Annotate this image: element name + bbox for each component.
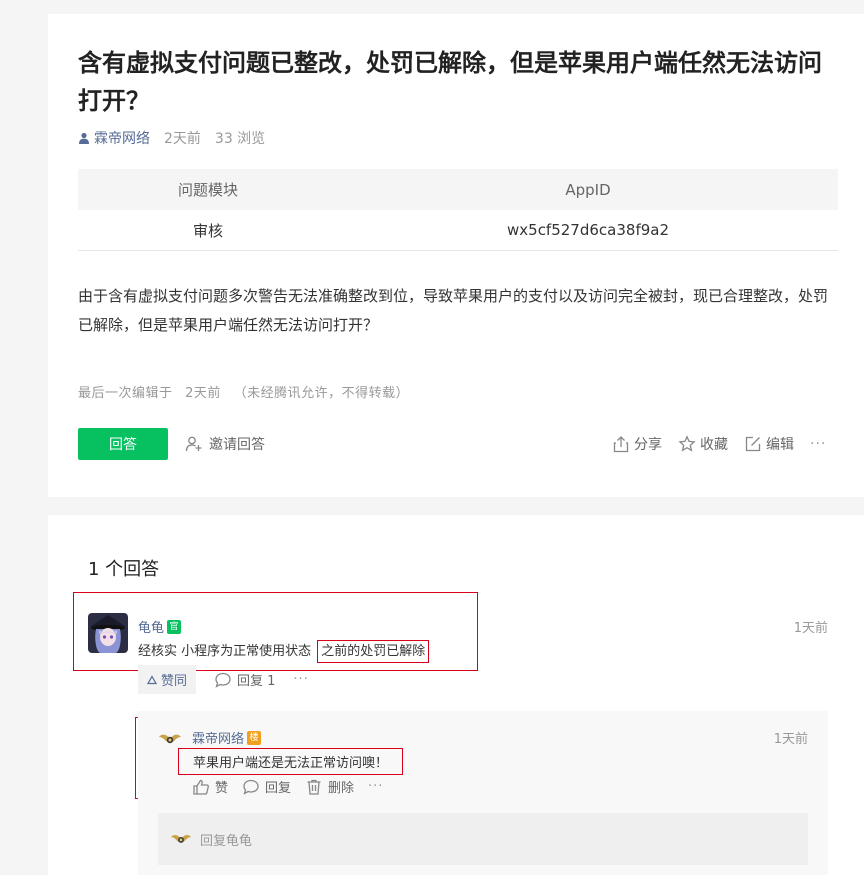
- answer-author-name: 龟龟: [138, 621, 165, 636]
- share-button[interactable]: 分享: [612, 434, 662, 454]
- floor-badge: 楼: [247, 730, 262, 745]
- sub-reply-time: 1天前: [773, 732, 808, 747]
- question-card: 含有虚拟支付问题已整改，处罚已解除，但是苹果用户端任然无法访问打开？ 霖帝网络 …: [48, 14, 864, 497]
- question-title: 含有虚拟支付问题已整改，处罚已解除，但是苹果用户端任然无法访问打开？: [78, 49, 822, 115]
- sub-reply-area: 霖帝网络 楼 1天前 苹果用户端还是无法正常访问噢！ 赞 回复 删除 ··· 回…: [138, 711, 828, 875]
- thumb-up-icon: [193, 779, 209, 795]
- sub-reply-button[interactable]: 回复: [242, 777, 291, 796]
- avatar[interactable]: [88, 613, 128, 653]
- sub-reply-text: 苹果用户端还是无法正常访问噢！: [178, 748, 404, 775]
- like-button[interactable]: 赞: [192, 777, 228, 796]
- delete-label: 删除: [328, 781, 355, 796]
- question-author[interactable]: 霖帝网络: [94, 128, 150, 148]
- reply-button[interactable]: 回复 1: [214, 670, 275, 689]
- table-cell-module: 审核: [192, 221, 223, 240]
- answer-count: 1 个回答: [88, 559, 160, 580]
- favorite-button[interactable]: 收藏: [678, 434, 728, 454]
- edit-label: 最后一次编辑于: [78, 386, 173, 401]
- answer-button[interactable]: 回答: [78, 428, 168, 460]
- reply-label: 回复 1: [237, 674, 276, 689]
- invite-label: 邀请回答: [209, 437, 265, 453]
- wing-avatar-icon: [170, 834, 192, 843]
- reply-input-placeholder: 回复龟龟: [200, 833, 253, 849]
- comment-icon: [243, 779, 259, 795]
- question-meta: 霖帝网络 2天前 33 浏览: [78, 128, 265, 148]
- sub-reply-more-button[interactable]: ···: [368, 779, 383, 794]
- question-description: 由于含有虚拟支付问题多次警告无法准确整改到位，导致苹果用户的支付以及访问完全被封…: [78, 287, 829, 334]
- agree-label: 赞同: [161, 674, 188, 689]
- edit-label-action: 编辑: [766, 437, 794, 453]
- sub-reply-author-name: 霖帝网络: [192, 732, 245, 747]
- answer-time: 1天前: [793, 621, 828, 636]
- answer-item: 龟龟 官 1天前 经核实 小程序为正常使用状态 之前的处罚已解除 赞同 回复 1…: [88, 613, 828, 703]
- question-actions: 分享 收藏 编辑 ···: [612, 434, 826, 454]
- answer-author[interactable]: 龟龟 官: [138, 617, 182, 636]
- edit-time: 2天前: [185, 386, 221, 401]
- info-table: 问题模块 AppID 审核 wx5cf527d6ca38f9a2: [78, 169, 838, 251]
- more-button[interactable]: ···: [810, 436, 826, 452]
- answer-text: 经核实 小程序为正常使用状态 之前的处罚已解除: [138, 640, 430, 663]
- table-header-appid: AppID: [565, 180, 611, 199]
- sub-reply-author[interactable]: 霖帝网络 楼: [192, 728, 262, 747]
- answer-text-plain: 经核实 小程序为正常使用状态: [138, 644, 312, 659]
- answer-actions: 赞同 回复 1 ···: [138, 665, 309, 694]
- invite-icon: [185, 436, 202, 452]
- favorite-label: 收藏: [700, 437, 728, 453]
- sub-reply-label: 回复: [265, 781, 292, 796]
- answers-card: 1 个回答 龟龟 官 1天前 经核实 小程序为正常使用状态 之前的处罚已解除 赞…: [48, 515, 864, 875]
- answer-more-button[interactable]: ···: [293, 672, 308, 687]
- question-time: 2天前: [164, 131, 201, 147]
- table-row: 审核 wx5cf527d6ca38f9a2: [78, 210, 838, 251]
- official-badge: 官: [167, 619, 182, 634]
- share-label: 分享: [634, 437, 662, 453]
- sub-reply-actions: 赞 回复 删除 ···: [192, 777, 383, 796]
- question-views: 33 浏览: [214, 131, 266, 147]
- edit-icon: [745, 436, 761, 452]
- edit-button[interactable]: 编辑: [744, 434, 794, 454]
- user-icon: [79, 132, 89, 144]
- copyright-notice: （未经腾讯允许，不得转载）: [233, 386, 410, 401]
- triangle-up-icon: [147, 674, 157, 684]
- table-header-row: 问题模块 AppID: [78, 169, 838, 210]
- like-label: 赞: [215, 781, 229, 796]
- reply-input[interactable]: 回复龟龟: [158, 813, 808, 865]
- comment-icon: [215, 672, 231, 688]
- trash-icon: [307, 779, 321, 795]
- table-cell-appid: wx5cf527d6ca38f9a2: [507, 221, 669, 239]
- agree-button[interactable]: 赞同: [138, 665, 197, 694]
- edit-info: 最后一次编辑于 2天前 （未经腾讯允许，不得转载）: [78, 382, 417, 401]
- invite-answer-button[interactable]: 邀请回答: [185, 434, 265, 454]
- delete-button[interactable]: 删除: [305, 777, 354, 796]
- answer-text-highlight: 之前的处罚已解除: [317, 640, 430, 663]
- star-icon: [678, 435, 696, 452]
- share-icon: [613, 436, 629, 453]
- table-header-module: 问题模块: [177, 181, 238, 199]
